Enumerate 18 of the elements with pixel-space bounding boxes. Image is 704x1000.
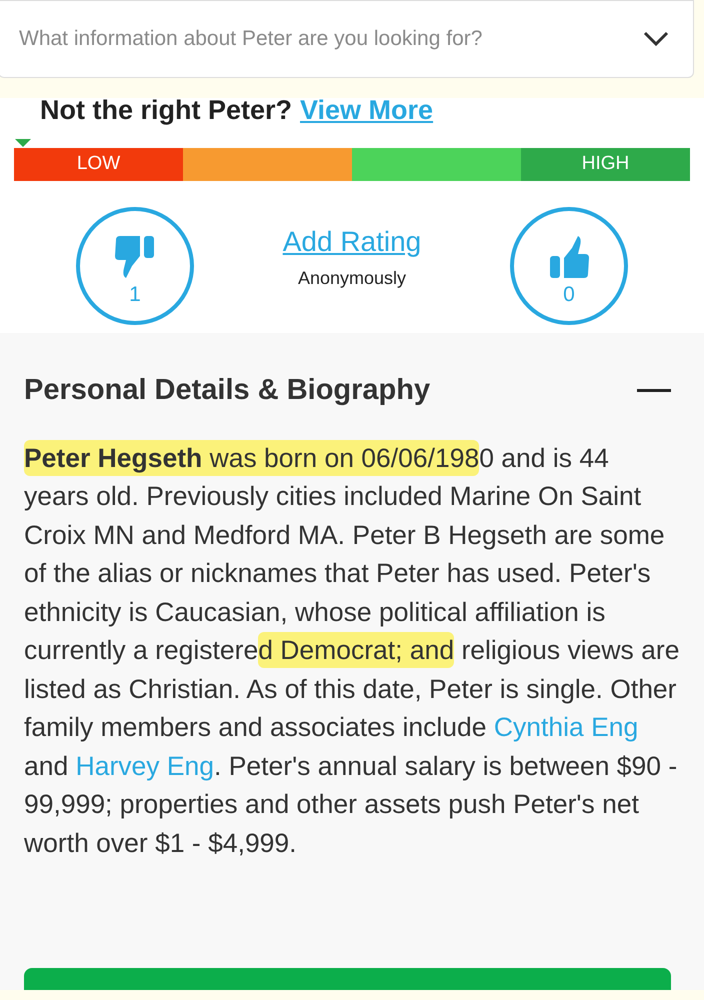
view-more-link[interactable]: View More bbox=[300, 90, 434, 130]
thumbs-up-icon bbox=[548, 234, 590, 280]
relative-link[interactable]: Cynthia Eng bbox=[494, 712, 638, 742]
minus-icon bbox=[637, 389, 671, 392]
heading-text: Not the right Peter? bbox=[40, 94, 292, 127]
marker-triangle-icon bbox=[15, 139, 31, 147]
biography-paragraph: Peter Hegseth was born on 06/06/1980 and is 44 years old. Previously cities included Marine On Saint Croix MN and Medford MA. Peter B Hegseth are some of the alias or nicknames that Peter has used. Peter's ethnicity is Caucasian, whose political affiliation is currently a registered Democrat; and religious views are listed as Christian. As of this date, Peter is single. Other family members and associates include Cynthia Eng and Harvey Eng. Peter's annual salary is between $90 - 99,999; properties and other assets push Peter's net worth over $1 - $4,999. bbox=[24, 438, 680, 862]
thumbs-down-icon bbox=[114, 234, 156, 280]
chevron-down-icon bbox=[643, 31, 669, 47]
meter-label: LOW bbox=[76, 152, 120, 176]
relative-link[interactable]: Harvey Eng bbox=[76, 750, 214, 780]
section-title: Personal Details & Biography bbox=[24, 373, 430, 408]
dislike-button[interactable]: 1 bbox=[76, 207, 194, 325]
meter-label: HIGH bbox=[582, 152, 630, 176]
like-button[interactable]: 0 bbox=[510, 207, 628, 325]
info-select[interactable]: What information about Peter are you looking for? bbox=[0, 0, 694, 78]
add-rating-link[interactable]: Add Rating bbox=[282, 221, 422, 263]
note-text: Anonymously bbox=[298, 267, 406, 290]
